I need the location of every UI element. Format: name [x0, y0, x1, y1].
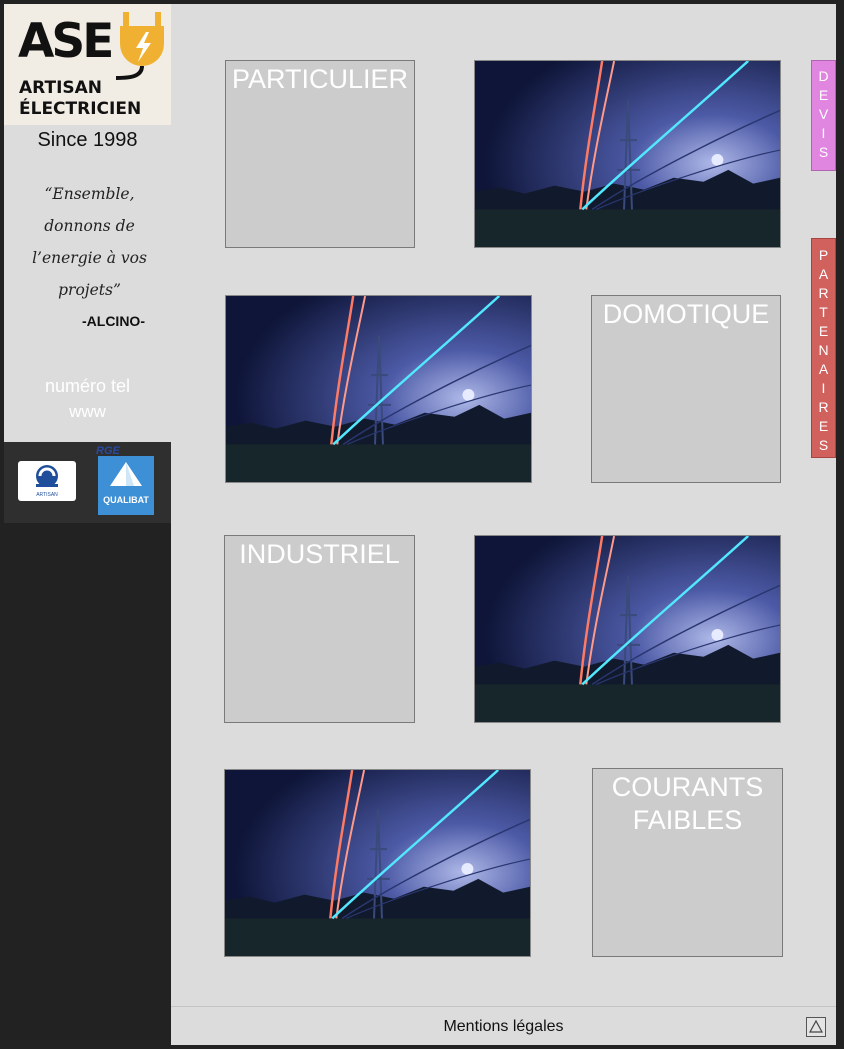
tab-letter: R [818, 399, 829, 415]
tab-letter: S [818, 144, 829, 160]
qualibat-label: QUALIBAT [103, 495, 149, 505]
power-lines-photo [225, 295, 532, 483]
website-link[interactable]: www [4, 402, 171, 422]
tab-letter: E [818, 323, 829, 339]
power-lines-photo [474, 535, 781, 723]
section-title: PARTICULIER [231, 64, 409, 94]
tab-letter: P [818, 247, 829, 263]
company-quote: “Ensemble, donnons de l’energie à vos pr… [32, 185, 147, 299]
devis-tab[interactable]: DEVIS [811, 60, 836, 171]
tab-letter: A [818, 266, 829, 282]
tab-letter: V [818, 106, 829, 122]
company-logo[interactable]: ASE ARTISAN ÉLECTRICIEN [4, 4, 171, 125]
section-title: COURANTS FAIBLES [611, 772, 764, 835]
rge-label: RGE [96, 445, 120, 457]
section-card-courants-faibles[interactable]: COURANTS FAIBLES [592, 768, 783, 957]
tab-letter: T [819, 304, 828, 320]
footer: Mentions légales [171, 1006, 836, 1045]
qualibat-emblem-icon [110, 462, 142, 486]
section-card-particulier[interactable]: PARTICULIER [225, 60, 415, 248]
power-lines-photo [224, 769, 531, 957]
phone-number[interactable]: numéro tel [4, 376, 171, 397]
power-lines-photo [474, 60, 781, 248]
tab-letter: E [818, 87, 829, 103]
tab-letter: A [818, 361, 829, 377]
artisan-label: ARTISAN [36, 492, 58, 498]
section-title: DOMOTIQUE [602, 299, 770, 329]
logo-line-artisan: ARTISAN [19, 78, 103, 98]
tab-letter: I [821, 125, 826, 141]
tab-letter: R [818, 285, 829, 301]
section-card-industriel[interactable]: INDUSTRIEL [224, 535, 415, 723]
artisan-logo: ARTISAN [18, 461, 76, 501]
legal-notice-link[interactable]: Mentions légales [171, 1018, 836, 1036]
tab-letter: N [818, 342, 829, 358]
partenaires-tab[interactable]: PARTENAIRES [811, 238, 836, 458]
artisan-emblem-icon [36, 465, 58, 487]
logo-wordmark: ASE [18, 14, 114, 69]
tab-letter: D [818, 68, 829, 84]
section-card-domotique[interactable]: DOMOTIQUE [591, 295, 781, 483]
section-title: INDUSTRIEL [239, 539, 400, 569]
sidebar: ASE ARTISAN ÉLECTRICIEN Since 1998 “Ense… [4, 4, 171, 442]
tab-letter: I [821, 380, 826, 396]
triangle-up-icon [808, 1019, 824, 1033]
scroll-to-top-button[interactable] [806, 1017, 826, 1037]
plug-icon [116, 12, 164, 80]
quote-author: -ALCINO- [82, 313, 145, 329]
logo-line-electricien: ÉLECTRICIEN [19, 99, 142, 119]
certification-logos: ARTISAN RGE QUALIBAT [4, 442, 171, 523]
qualibat-logo: RGE QUALIBAT [96, 445, 154, 515]
since-year: Since 1998 [37, 129, 138, 151]
tab-letter: S [818, 437, 829, 453]
tab-letter: E [818, 418, 829, 434]
